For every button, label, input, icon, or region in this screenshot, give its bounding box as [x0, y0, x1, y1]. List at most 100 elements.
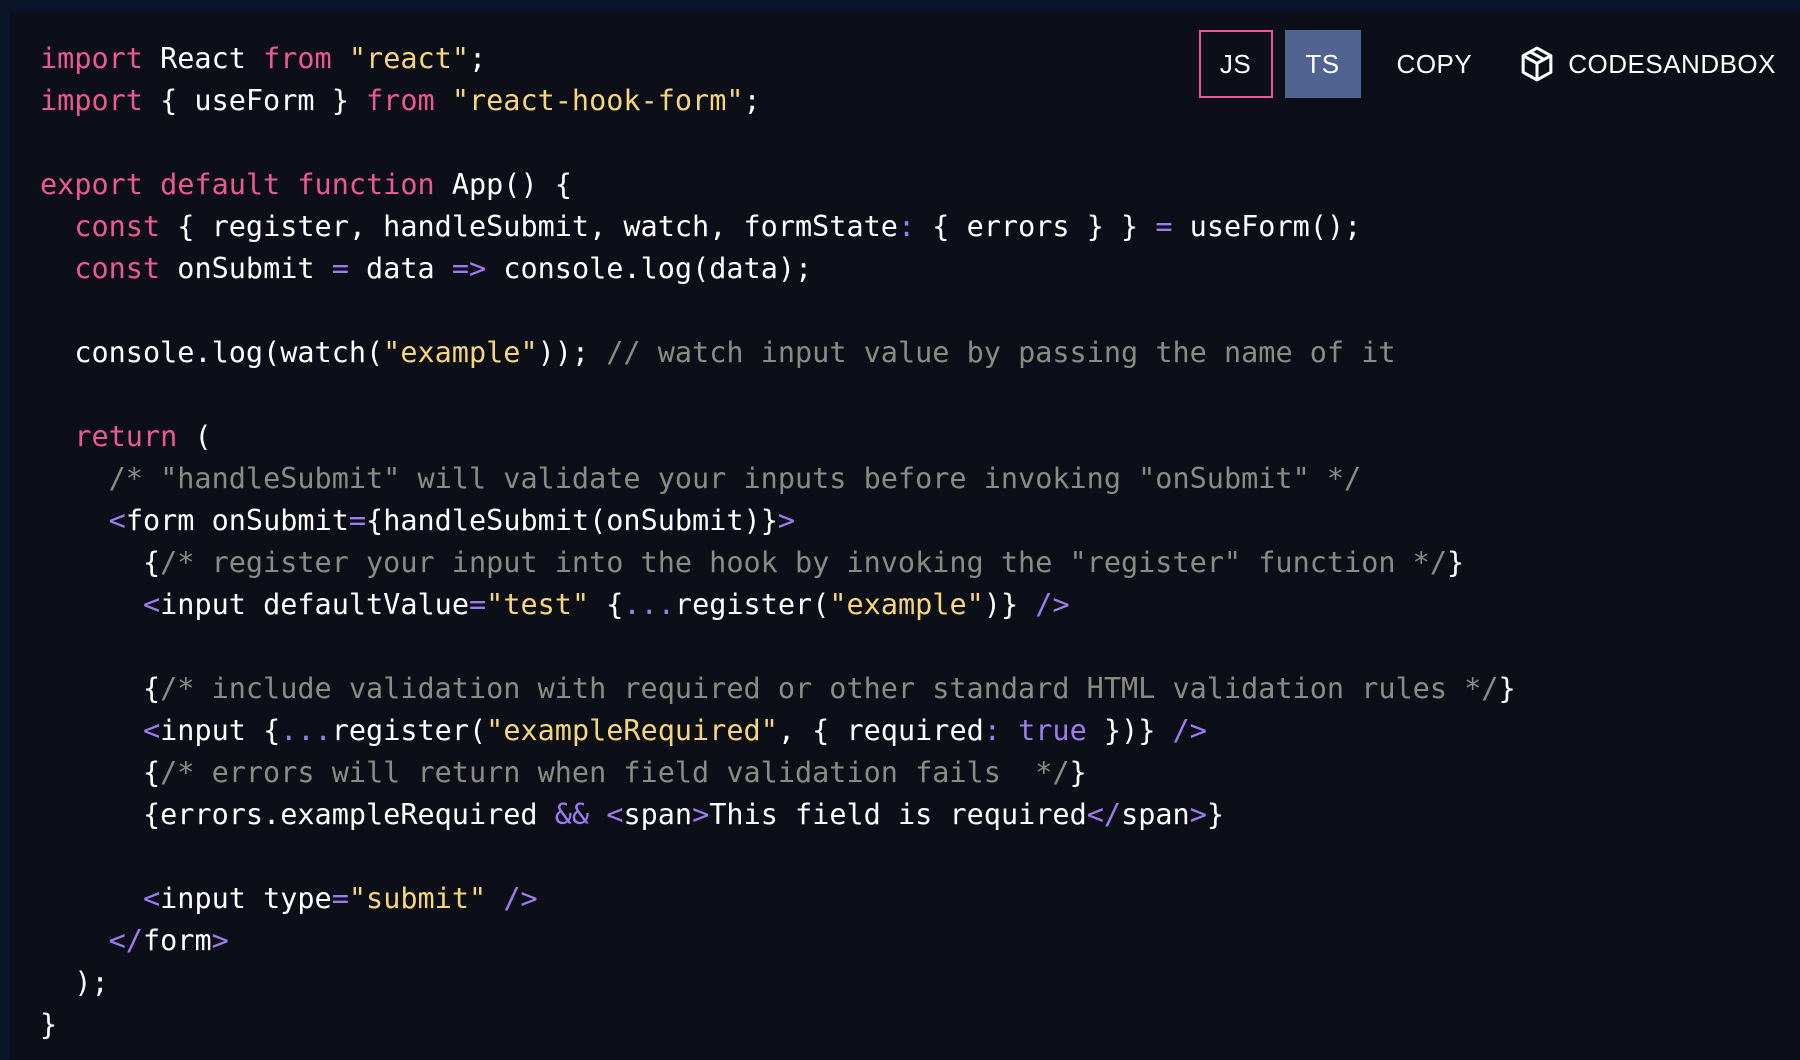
code-line: const { register, handleSubmit, watch, f…: [40, 206, 1516, 248]
code-token: >: [692, 798, 710, 831]
code-token: :: [897, 210, 916, 243]
code-token: export default function: [40, 168, 435, 201]
code-token: input defaultValue: [160, 588, 469, 621]
code-token: form onSubmit: [125, 504, 349, 537]
code-line: <form onSubmit={handleSubmit(onSubmit)}>: [40, 500, 1516, 542]
code-token: const: [74, 252, 161, 285]
code-line: import { useForm } from "react-hook-form…: [40, 80, 1516, 122]
code-token: =: [348, 504, 367, 537]
code-token: }: [1069, 756, 1087, 789]
code-block: import React from "react"; import { useFo…: [40, 38, 1516, 1046]
code-token: "exampleRequired": [486, 714, 778, 747]
code-token: App() {: [434, 168, 572, 201]
code-token: true: [1018, 714, 1087, 747]
code-token: }: [1206, 798, 1225, 831]
code-token: input {: [160, 714, 281, 747]
code-token: })}: [1086, 714, 1173, 747]
code-token: =: [1155, 210, 1173, 243]
code-token: React: [142, 42, 264, 75]
code-token: />: [503, 882, 538, 915]
code-token: <: [142, 588, 161, 621]
code-token: import: [40, 84, 143, 117]
code-token: console.log(data);: [486, 252, 813, 285]
code-token: console.log(watch(: [40, 336, 384, 369]
code-token: ;: [468, 42, 487, 75]
code-token: &&: [554, 798, 590, 831]
code-token: =: [468, 588, 487, 621]
code-token: span: [1121, 798, 1190, 831]
code-token: { useForm }: [142, 84, 367, 117]
code-token: =: [331, 252, 349, 285]
code-token: register(: [331, 714, 487, 747]
code-token: form: [142, 924, 212, 957]
code-token: {: [589, 588, 624, 621]
code-token: }: [1498, 672, 1516, 705]
code-line: <input type="submit" />: [40, 878, 1516, 920]
code-line: {errors.exampleRequired && <span>This fi…: [40, 794, 1516, 836]
code-token: from: [366, 84, 435, 117]
code-token: (: [177, 420, 212, 453]
code-token: This field is required: [709, 798, 1087, 831]
code-token: {handleSubmit(onSubmit)}: [366, 504, 778, 537]
code-line: </form>: [40, 920, 1516, 962]
code-token: />: [1035, 588, 1070, 621]
code-line: }: [40, 1004, 1516, 1046]
code-token: span: [623, 798, 693, 831]
code-token: <: [108, 504, 126, 537]
code-token: }: [1447, 546, 1465, 579]
codesandbox-button[interactable]: CODESANDBOX: [1508, 30, 1776, 98]
code-line: {/* register your input into the hook by…: [40, 542, 1516, 584]
code-token: "react": [348, 42, 469, 75]
code-token: {: [40, 672, 161, 705]
code-token: import: [40, 42, 143, 75]
code-token: <: [606, 798, 624, 831]
code-viewer: JS TS COPY CODESANDBOX import React from…: [0, 0, 1800, 1060]
code-token: register(: [674, 588, 830, 621]
cube-icon: [1520, 46, 1554, 82]
code-token: }: [40, 1008, 58, 1041]
code-token: /* include validation with required or o…: [160, 672, 1499, 705]
code-token: /* register your input into the hook by …: [160, 546, 1447, 579]
code-line: {/* errors will return when field valida…: [40, 752, 1516, 794]
code-token: >: [1189, 798, 1207, 831]
code-line: import React from "react";: [40, 38, 1516, 80]
code-line: export default function App() {: [40, 164, 1516, 206]
codesandbox-label: CODESANDBOX: [1568, 48, 1776, 79]
code-token: {: [40, 756, 161, 789]
code-line: /* "handleSubmit" will validate your inp…: [40, 458, 1516, 500]
code-token: from: [263, 42, 332, 75]
code-line: console.log(watch("example")); // watch …: [40, 332, 1516, 374]
code-token: useForm();: [1172, 210, 1362, 243]
code-token: =>: [451, 252, 487, 285]
code-line: <input defaultValue="test" {...register(…: [40, 584, 1516, 626]
code-token: ...: [280, 714, 332, 747]
code-token: onSubmit: [160, 252, 332, 285]
code-token: )}: [983, 588, 1036, 621]
code-token: {: [40, 546, 161, 579]
code-token: return: [74, 420, 178, 453]
code-token: "react-hook-form": [451, 84, 744, 117]
code-token: data: [348, 252, 452, 285]
code-token: , { required: [777, 714, 984, 747]
code-token: const: [74, 210, 161, 243]
code-line: const onSubmit = data => console.log(dat…: [40, 248, 1516, 290]
code-line: return (: [40, 416, 1516, 458]
code-line: <input {...register("exampleRequired", {…: [40, 710, 1516, 752]
code-token: "submit": [348, 882, 487, 915]
code-token: );: [40, 966, 109, 999]
code-token: <: [142, 882, 161, 915]
code-token: input type: [160, 882, 332, 915]
